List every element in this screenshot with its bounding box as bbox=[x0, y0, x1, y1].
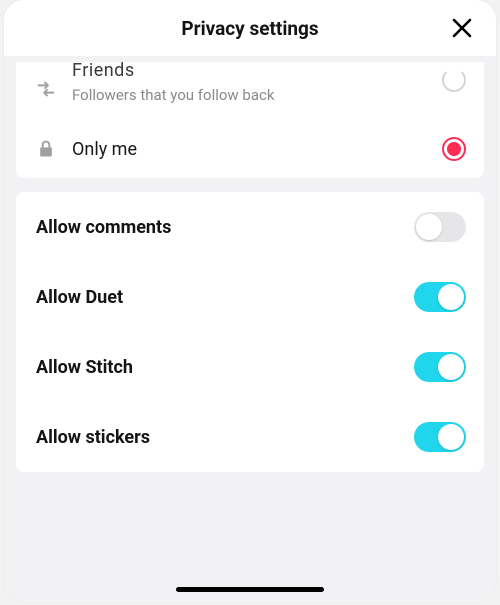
toggle-label: Allow comments bbox=[36, 217, 171, 238]
option-text: Friends Followers that you follow back bbox=[72, 74, 442, 104]
friends-icon bbox=[34, 77, 58, 101]
close-button[interactable] bbox=[448, 14, 476, 42]
option-label: Friends bbox=[72, 62, 442, 80]
audience-card: Friends Followers that you follow back O… bbox=[16, 62, 484, 178]
lock-icon bbox=[34, 137, 58, 161]
radio-selected[interactable] bbox=[442, 137, 466, 161]
option-label: Only me bbox=[72, 139, 442, 160]
toggle-label: Allow stickers bbox=[36, 427, 150, 448]
close-icon bbox=[451, 17, 473, 39]
toggle-stitch[interactable] bbox=[414, 352, 466, 382]
radio-unselected[interactable] bbox=[442, 68, 466, 92]
option-sublabel: Followers that you follow back bbox=[72, 86, 442, 104]
privacy-settings-sheet: Privacy settings Friends Followers that … bbox=[4, 0, 496, 602]
toggle-label: Allow Stitch bbox=[36, 357, 133, 378]
toggle-stickers[interactable] bbox=[414, 422, 466, 452]
sheet-header: Privacy settings bbox=[4, 0, 496, 56]
toggle-row-duet: Allow Duet bbox=[16, 262, 484, 332]
option-text: Only me bbox=[72, 139, 442, 160]
toggles-card: Allow comments Allow Duet Allow Stitch A… bbox=[16, 192, 484, 472]
toggle-row-comments: Allow comments bbox=[16, 192, 484, 262]
home-indicator bbox=[176, 587, 324, 592]
toggle-row-stickers: Allow stickers bbox=[16, 402, 484, 472]
sheet-title: Privacy settings bbox=[181, 17, 318, 40]
audience-option-friends[interactable]: Friends Followers that you follow back bbox=[16, 62, 484, 120]
toggle-comments[interactable] bbox=[414, 212, 466, 242]
audience-option-only-me[interactable]: Only me bbox=[16, 120, 484, 178]
toggle-label: Allow Duet bbox=[36, 287, 123, 308]
toggle-row-stitch: Allow Stitch bbox=[16, 332, 484, 402]
toggle-duet[interactable] bbox=[414, 282, 466, 312]
